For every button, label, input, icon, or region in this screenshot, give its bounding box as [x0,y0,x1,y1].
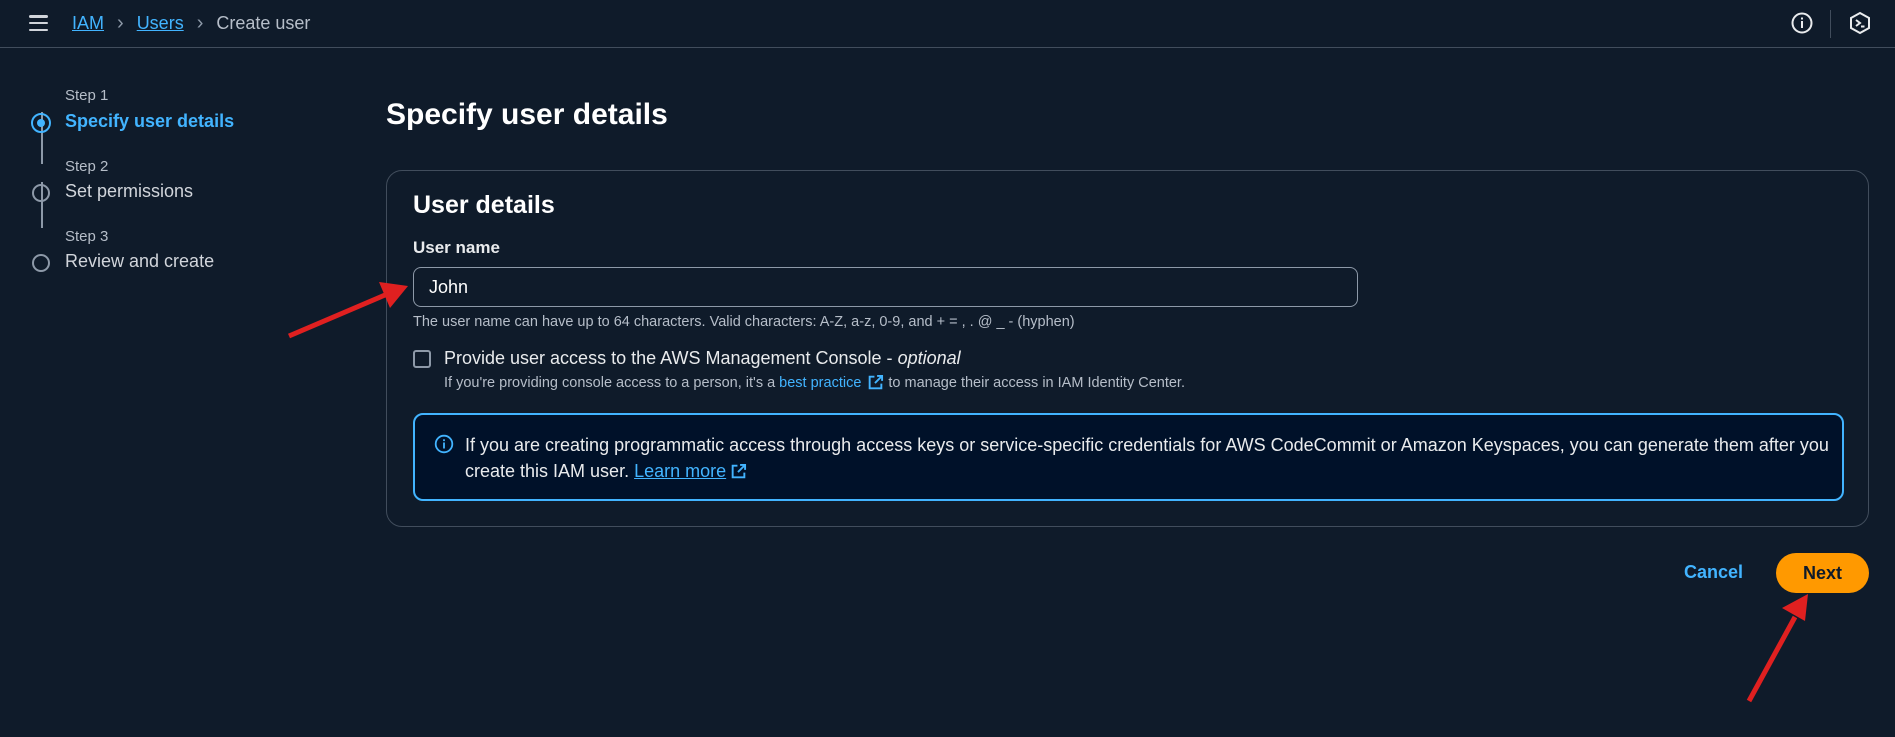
step-3-title: Review and create [65,251,215,271]
next-button[interactable]: Next [1776,553,1869,593]
cloudshell-icon[interactable] [1848,11,1872,35]
console-access-label[interactable]: Provide user access to the AWS Managemen… [444,348,961,369]
step-2-title: Set permissions [65,181,194,201]
top-navigation-bar: IAM › Users › Create user [0,0,1895,48]
menu-icon[interactable] [29,15,48,32]
toolbar-divider [1830,10,1831,38]
page-title: Specify user details [386,98,668,131]
best-practice-link[interactable]: best practice [779,374,884,391]
chevron-right-icon: › [117,12,124,34]
step-2-label: Step 2 [65,158,109,175]
step-1-title[interactable]: Specify user details [65,111,234,132]
step-1-indicator [31,113,51,133]
step-1-label: Step 1 [65,87,109,104]
username-label: User name [413,238,500,257]
external-link-icon [731,463,747,479]
step-3-label: Step 3 [65,228,109,245]
user-details-panel: User details User name The user name can… [386,170,1869,527]
step-2-indicator [32,184,50,202]
alert-message: If you are creating programmatic access … [465,432,1835,484]
console-hint-text-after: to manage their access in IAM Identity C… [888,374,1185,391]
console-access-text: Provide user access to the AWS Managemen… [444,348,898,368]
breadcrumb-users-link[interactable]: Users [137,13,184,34]
wizard-steps: Step 1 Specify user details Step 2 Set p… [30,84,290,284]
info-circle-icon [434,434,454,454]
console-access-checkbox[interactable] [413,350,431,368]
breadcrumb: IAM › Users › Create user [72,12,310,35]
username-input[interactable] [413,267,1358,307]
learn-more-link[interactable]: Learn more [634,461,726,481]
info-icon[interactable] [1790,11,1814,35]
username-constraint-hint: The user name can have up to 64 characte… [413,314,1075,330]
external-link-icon [869,374,884,390]
chevron-right-icon: › [196,12,204,34]
breadcrumb-iam-link[interactable]: IAM [72,13,104,34]
step-3-indicator [32,254,50,272]
cancel-button[interactable]: Cancel [1684,562,1743,583]
console-access-hint: If you're providing console access to a … [444,374,1185,391]
console-hint-text: If you're providing console access to a … [444,374,776,391]
annotation-arrow [1746,594,1808,703]
breadcrumb-current: Create user [216,13,311,33]
info-alert: If you are creating programmatic access … [413,413,1844,501]
best-practice-text: best practice [779,374,862,391]
panel-title: User details [413,191,555,219]
optional-tag: optional [897,348,961,368]
